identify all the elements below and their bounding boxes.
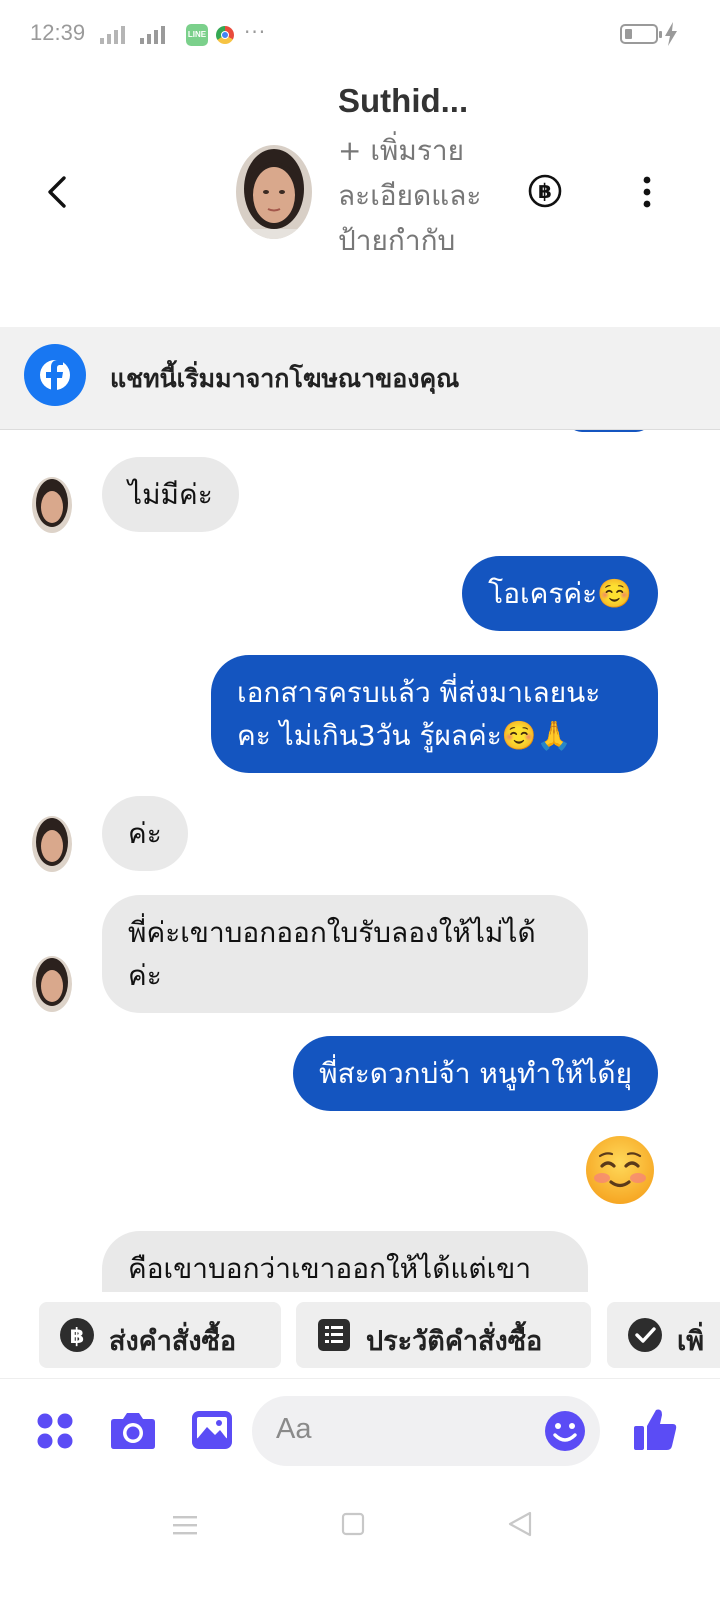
send-order-chip[interactable]: ฿ ส่งคำสั่งซื้อ [39,1302,281,1368]
clock: 12:39 [30,20,86,45]
signal-icon [100,24,125,44]
like-icon[interactable] [632,1406,678,1452]
message-bubble-incoming: คือเขาบอกว่าเขาออกให้ได้แต่เขา [102,1231,588,1292]
facebook-icon [24,344,86,406]
system-nav-bar [0,1490,720,1600]
chrome-app-icon [216,26,234,44]
order-list-icon [318,1319,350,1351]
contact-mini-avatar [32,816,72,872]
battery-icon [620,24,662,44]
line-app-icon: LINE [186,24,208,46]
message-bubble-outgoing: เอกสารครบแล้ว พี่ส่งมาเลยนะคะ ไม่เกิน3วั… [211,655,658,773]
chip-label: ประวัติคำสั่งซื้อ [366,1326,543,1357]
recent-apps-icon[interactable] [172,1514,198,1536]
emoji-icon[interactable] [544,1410,586,1452]
ad-origin-banner: แชทนี้เริ่มมาจากโฆษณาของคุณ [0,327,720,430]
baht-icon[interactable]: ฿ [528,174,562,208]
more-options-icon[interactable] [636,176,658,208]
message-bubble-incoming: พี่ค่ะเขาบอกออกใบรับลองให้ไม่ได้ค่ะ [102,895,588,1013]
banner-text: แชทนี้เริ่มมาจากโฆษณาของคุณ [110,364,460,393]
message-bubble-outgoing: โอเครค่ะ☺️ [462,556,658,631]
chip-label: เพิ่ [677,1326,705,1357]
baht-icon: ฿ [60,1318,94,1352]
home-icon[interactable] [341,1512,365,1536]
check-circle-icon [628,1318,662,1352]
signal-4g-icon [140,24,165,44]
apps-icon[interactable] [36,1412,74,1450]
message-input-placeholder: Aa [276,1413,312,1445]
more-notifications-icon: ··· [244,20,267,44]
message-bubble-incoming: ค่ะ [102,796,188,871]
quick-reply-bar[interactable]: ฿ ส่งคำสั่งซื้อ ประวัติคำสั่งซื้อ เพิ่ [0,1300,720,1372]
back-nav-icon[interactable] [508,1511,532,1537]
order-history-chip[interactable]: ประวัติคำสั่งซื้อ [296,1302,591,1368]
message-bubble-outgoing [566,430,652,432]
chip-label: ส่งคำสั่งซื้อ [109,1326,237,1357]
message-list[interactable]: ไม่มีค่ะ โอเครค่ะ☺️ เอกสารครบแล้ว พี่ส่ง… [0,430,720,1292]
status-bar: 12:39 LINE ··· [0,0,720,70]
add-chip[interactable]: เพิ่ [607,1302,720,1368]
contact-name[interactable]: Suthid... [338,82,468,120]
message-bubble-incoming: ไม่มีค่ะ [102,457,239,532]
camera-icon[interactable] [110,1410,156,1450]
svg-text:฿: ฿ [538,179,552,203]
message-bubble-outgoing: พี่สะดวกบ่จ้า หนูทำให้ได้ยุ [293,1036,658,1111]
contact-avatar[interactable] [236,145,312,239]
add-details-link[interactable]: + เพิ่มรายละเอียดและป้ายกำกับ [338,128,508,263]
smiling-emoji-message [586,1136,654,1204]
back-arrow-icon[interactable] [40,168,80,216]
contact-mini-avatar [32,477,72,533]
contact-mini-avatar [32,956,72,1012]
svg-text:฿: ฿ [70,1324,85,1348]
gallery-icon[interactable] [191,1410,233,1450]
charging-icon [665,22,677,46]
